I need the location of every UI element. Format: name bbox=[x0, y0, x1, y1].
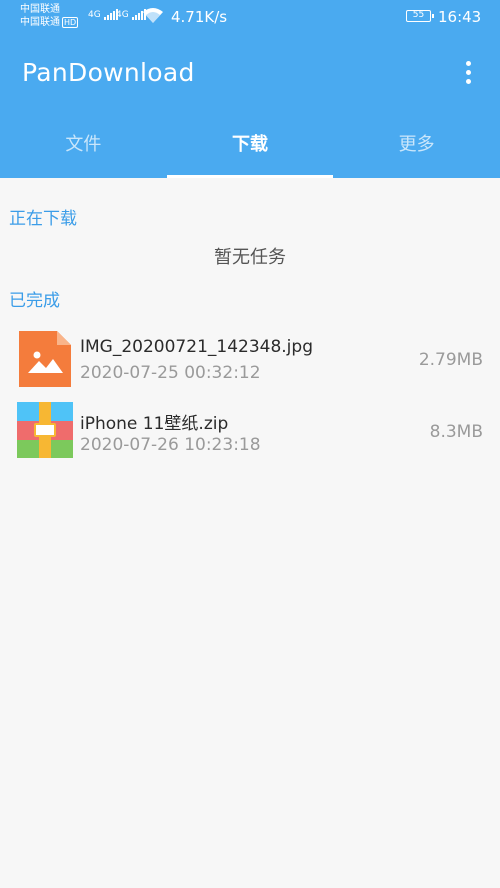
app-title: PanDownload bbox=[22, 58, 195, 87]
tab-downloads[interactable]: 下载 bbox=[166, 118, 334, 178]
empty-state-text: 暂无任务 bbox=[214, 247, 286, 268]
more-vert-icon[interactable] bbox=[456, 57, 480, 87]
completed-heading: 已完成 bbox=[9, 291, 60, 311]
tab-bar: 文件 下载 更多 bbox=[0, 118, 500, 178]
carrier-2: 中国联通 bbox=[20, 17, 60, 28]
hd-badge: HD bbox=[62, 17, 79, 28]
image-file-icon bbox=[19, 331, 71, 387]
network-type-1: 4G bbox=[88, 10, 101, 20]
status-time: 16:43 bbox=[438, 8, 482, 26]
file-name: IMG_20200721_142348.jpg bbox=[80, 337, 313, 357]
signal-1-icon: 4G bbox=[88, 8, 118, 20]
carrier-1: 中国联通 bbox=[20, 4, 60, 15]
network-type-2: 4G bbox=[116, 10, 129, 20]
tab-files[interactable]: 文件 bbox=[0, 118, 167, 178]
status-bar: 中国联通 中国联通 HD 4G 4G 4.71K/s 55 16:43 bbox=[0, 0, 500, 34]
file-date: 2020-07-26 10:23:18 bbox=[80, 435, 261, 455]
app-bar: 中国联通 中国联通 HD 4G 4G 4.71K/s 55 16:43 PanDo… bbox=[0, 0, 500, 178]
wifi-icon bbox=[143, 8, 163, 23]
tab-more[interactable]: 更多 bbox=[333, 118, 500, 178]
carrier-info: 中国联通 中国联通 HD bbox=[20, 3, 79, 29]
file-name: iPhone 11壁纸.zip bbox=[80, 414, 229, 434]
network-speed: 4.71K/s bbox=[171, 8, 228, 26]
list-item[interactable]: IMG_20200721_142348.jpg 2020-07-25 00:32… bbox=[0, 325, 500, 395]
downloading-heading: 正在下载 bbox=[9, 209, 77, 229]
file-size: 2.79MB bbox=[418, 350, 483, 370]
list-item[interactable]: iPhone 11壁纸.zip 2020-07-26 10:23:18 8.3M… bbox=[0, 397, 500, 467]
file-size: 8.3MB bbox=[429, 422, 483, 442]
zip-archive-icon bbox=[17, 402, 73, 458]
battery-icon: 55 bbox=[406, 10, 434, 22]
file-date: 2020-07-25 00:32:12 bbox=[80, 363, 261, 383]
